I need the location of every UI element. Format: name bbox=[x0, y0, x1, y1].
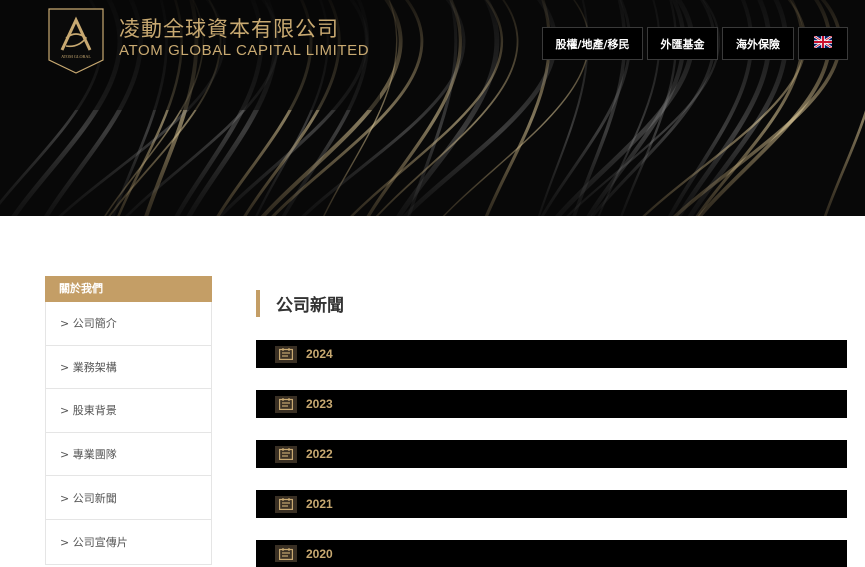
year-bar-2021[interactable]: 2021 bbox=[256, 490, 847, 518]
year-bar-2020[interactable]: 2020 bbox=[256, 540, 847, 567]
page-title-block: 公司新聞 bbox=[256, 290, 344, 317]
year-label: 2021 bbox=[306, 497, 333, 511]
year-label: 2024 bbox=[306, 347, 333, 361]
sidebar-item-label: > 公司簡介 bbox=[60, 317, 117, 331]
banner-streak bbox=[484, 0, 551, 216]
nav-overseas-insurance[interactable]: 海外保險 bbox=[722, 27, 794, 60]
year-bar-2023[interactable]: 2023 bbox=[256, 390, 847, 418]
sidebar-header: 關於我們 bbox=[45, 276, 212, 302]
nav-item-label: 股權/地產/移民 bbox=[555, 37, 630, 51]
sidebar: 關於我們 > 公司簡介 > 業務架構 > 股東背景 > 專業團隊 > 公司新聞 … bbox=[45, 276, 212, 565]
calendar-icon bbox=[275, 395, 297, 413]
year-bar-2024[interactable]: 2024 bbox=[256, 340, 847, 368]
nav-item-label: 海外保險 bbox=[736, 37, 780, 51]
calendar-icon bbox=[275, 345, 297, 363]
year-label: 2022 bbox=[306, 447, 333, 461]
nav-equity-property-immigration[interactable]: 股權/地產/移民 bbox=[542, 27, 643, 60]
header-banner: ATOM GLOBAL 凌動全球資本有限公司 ATOM GLOBAL CAPIT… bbox=[0, 0, 865, 216]
calendar-icon bbox=[275, 495, 297, 513]
calendar-icon bbox=[275, 545, 297, 562]
sidebar-item-label: > 業務架構 bbox=[60, 360, 117, 374]
page-title: 公司新聞 bbox=[276, 296, 344, 316]
language-switch-button[interactable] bbox=[798, 27, 848, 60]
year-bar-2022[interactable]: 2022 bbox=[256, 440, 847, 468]
sidebar-item-shareholder-background[interactable]: > 股東背景 bbox=[46, 389, 211, 433]
company-logo-icon[interactable]: ATOM GLOBAL bbox=[48, 8, 104, 74]
year-label: 2023 bbox=[306, 397, 333, 411]
sidebar-item-business-structure[interactable]: > 業務架構 bbox=[46, 346, 211, 390]
uk-flag-icon bbox=[814, 36, 832, 48]
nav-forex-fund[interactable]: 外匯基金 bbox=[647, 27, 718, 60]
sidebar-item-label: > 專業團隊 bbox=[60, 448, 117, 462]
calendar-icon bbox=[275, 445, 297, 463]
sidebar-item-company-news[interactable]: > 公司新聞 bbox=[46, 476, 211, 520]
company-name-cn: 凌動全球資本有限公司 bbox=[119, 17, 339, 41]
year-label: 2020 bbox=[306, 546, 333, 561]
sidebar-item-company-profile[interactable]: > 公司簡介 bbox=[46, 302, 211, 346]
sidebar-item-promo-video[interactable]: > 公司宣傳片 bbox=[46, 520, 211, 564]
sidebar-item-professional-team[interactable]: > 專業團隊 bbox=[46, 433, 211, 477]
sidebar-item-label: > 股東背景 bbox=[60, 404, 117, 418]
sidebar-item-label: > 公司宣傳片 bbox=[60, 535, 128, 549]
company-name-en: ATOM GLOBAL CAPITAL LIMITED bbox=[119, 42, 370, 59]
nav-item-label: 外匯基金 bbox=[660, 37, 705, 51]
sidebar-item-label: > 公司新聞 bbox=[60, 491, 117, 505]
logo-caption: ATOM GLOBAL bbox=[61, 54, 91, 59]
